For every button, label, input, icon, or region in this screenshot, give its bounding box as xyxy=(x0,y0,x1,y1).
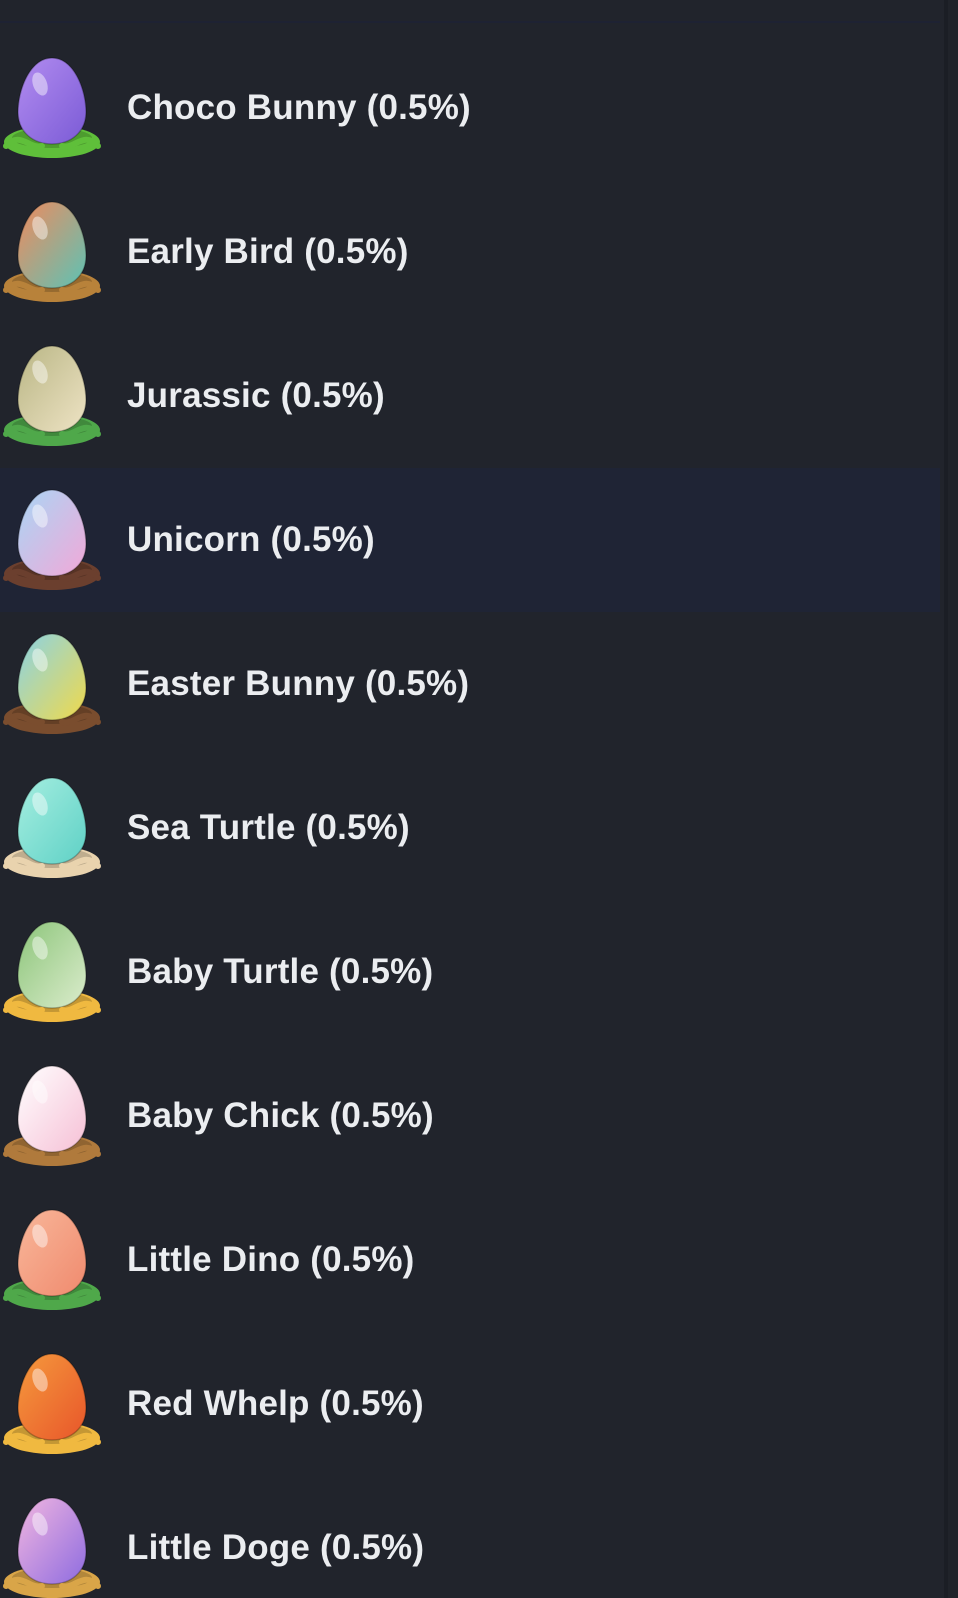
list-item[interactable]: Little Doge (0.5%) xyxy=(0,1476,940,1598)
little-doge-egg-icon xyxy=(0,1490,104,1598)
list-item[interactable]: Baby Turtle (0.5%) xyxy=(0,900,940,1044)
baby-turtle-egg-icon xyxy=(0,914,104,1026)
jurassic-egg-icon xyxy=(0,338,104,450)
item-label: Easter Bunny (0.5%) xyxy=(127,664,470,703)
choco-bunny-egg-icon xyxy=(0,50,104,162)
unicorn-egg-icon xyxy=(0,482,104,594)
item-label: Jurassic (0.5%) xyxy=(127,376,385,415)
item-label: Red Whelp (0.5%) xyxy=(127,1384,424,1423)
little-dino-egg-icon xyxy=(0,1202,104,1314)
scrollbar[interactable] xyxy=(944,0,958,1598)
item-label: Baby Turtle (0.5%) xyxy=(127,952,434,991)
early-bird-egg-icon xyxy=(0,194,104,306)
list-item[interactable]: Easter Bunny (0.5%) xyxy=(0,612,940,756)
egg-odds-list-page: Choco Bunny (0.5%) Early Bird (0.5%) Jur… xyxy=(0,0,958,1598)
item-label: Unicorn (0.5%) xyxy=(127,520,375,559)
list-item[interactable]: Unicorn (0.5%) xyxy=(0,468,940,612)
egg-list: Choco Bunny (0.5%) Early Bird (0.5%) Jur… xyxy=(0,36,940,1598)
list-item[interactable]: Baby Chick (0.5%) xyxy=(0,1044,940,1188)
list-item[interactable]: Sea Turtle (0.5%) xyxy=(0,756,940,900)
baby-chick-egg-icon xyxy=(0,1058,104,1170)
item-label: Early Bird (0.5%) xyxy=(127,232,409,271)
item-label: Sea Turtle (0.5%) xyxy=(127,808,410,847)
item-label: Baby Chick (0.5%) xyxy=(127,1096,434,1135)
list-item[interactable]: Choco Bunny (0.5%) xyxy=(0,36,940,180)
item-label: Little Doge (0.5%) xyxy=(127,1528,425,1567)
list-item[interactable]: Red Whelp (0.5%) xyxy=(0,1332,940,1476)
sea-turtle-egg-icon xyxy=(0,770,104,882)
list-item[interactable]: Early Bird (0.5%) xyxy=(0,180,940,324)
list-item[interactable]: Little Dino (0.5%) xyxy=(0,1188,940,1332)
easter-bunny-egg-icon xyxy=(0,626,104,738)
item-label: Little Dino (0.5%) xyxy=(127,1240,415,1279)
item-label: Choco Bunny (0.5%) xyxy=(127,88,471,127)
top-divider xyxy=(0,21,940,23)
red-whelp-egg-icon xyxy=(0,1346,104,1458)
list-item[interactable]: Jurassic (0.5%) xyxy=(0,324,940,468)
